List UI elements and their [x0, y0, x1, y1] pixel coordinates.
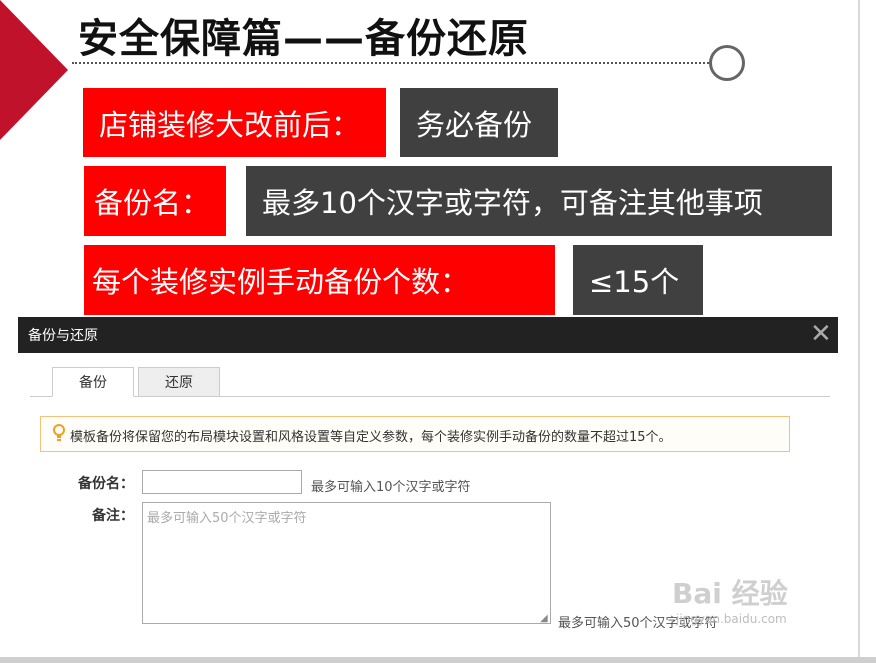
row3-value-text: ≤15个	[589, 265, 680, 299]
row1-label-text: 店铺装修大改前后：	[99, 107, 361, 142]
row2-value-text: 最多10个汉字或字符，可备注其他事项	[262, 186, 763, 220]
row2-label: 备份名：	[84, 166, 226, 236]
row3-label-text: 每个装修实例手动备份个数：	[92, 265, 470, 299]
close-icon[interactable]: ✕	[810, 318, 832, 350]
row1-value-text: 务必备份	[416, 107, 533, 142]
backup-name-label: 备份名：	[78, 476, 134, 492]
title-underline	[72, 62, 712, 64]
note-textarea[interactable]	[142, 502, 551, 624]
tab-backup[interactable]: 备份	[52, 367, 134, 397]
row3-label: 每个装修实例手动备份个数：	[84, 245, 555, 315]
tab-divider	[30, 396, 830, 397]
backup-name-input[interactable]	[142, 470, 302, 494]
watermark-logo: Bai 经验	[672, 577, 788, 610]
tab-backup-label: 备份	[79, 375, 107, 391]
row3-value: ≤15个	[573, 245, 703, 315]
resize-grip-icon[interactable]: ◢	[540, 613, 548, 624]
dialog-title: 备份与还原	[28, 328, 98, 344]
row2-label-text: 备份名：	[94, 186, 211, 220]
watermark-url: jingyan.baidu.com	[676, 612, 787, 626]
backup-name-hint: 最多可输入10个汉字或字符	[311, 480, 471, 495]
lightbulb-icon	[53, 424, 65, 441]
row1-label: 店铺装修大改前后：	[83, 88, 386, 157]
slide-right-border	[858, 0, 860, 663]
tab-restore-label: 还原	[165, 375, 193, 391]
dialog-title-bar	[18, 317, 838, 353]
row1-value: 务必备份	[400, 88, 558, 157]
notice-text: 模板备份将保留您的布局模块设置和风格设置等自定义参数，每个装修实例手动备份的数量…	[70, 430, 672, 445]
bottom-border	[0, 657, 876, 663]
tab-restore[interactable]: 还原	[138, 367, 220, 397]
slide-title: 安全保障篇——备份还原	[78, 16, 529, 62]
circle-decoration	[709, 45, 745, 81]
row2-value: 最多10个汉字或字符，可备注其他事项	[246, 166, 832, 236]
red-triangle-decoration	[0, 0, 68, 140]
note-label: 备注：	[92, 508, 134, 524]
